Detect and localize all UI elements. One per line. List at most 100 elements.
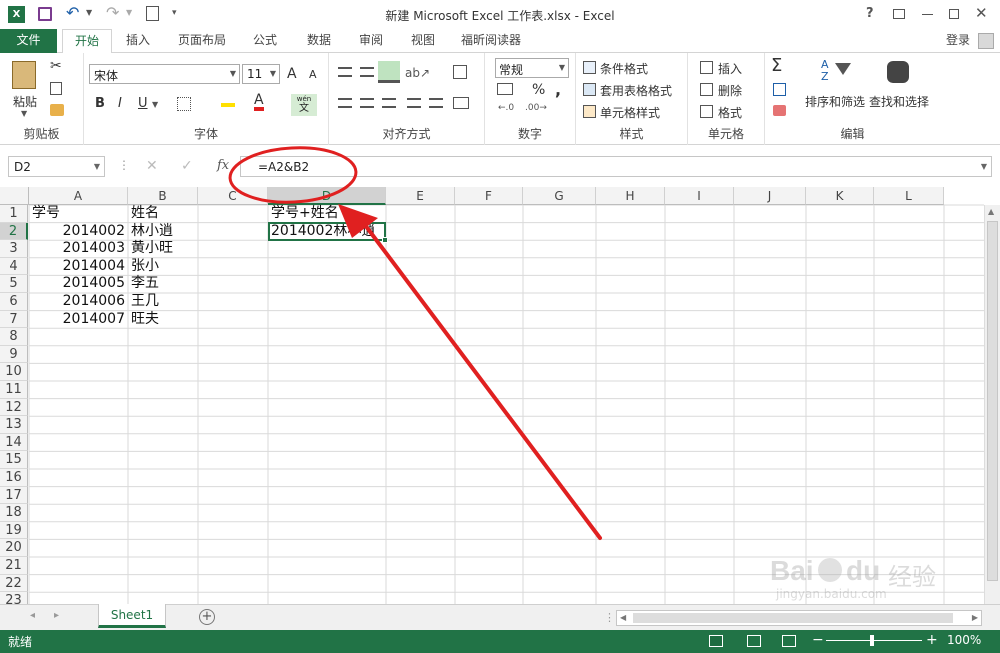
undo-icon[interactable]: ↶ [66,3,79,22]
insert-function-icon[interactable]: fx [217,158,229,173]
cancel-icon[interactable]: ✕ [146,158,158,174]
cell-style-icon[interactable] [583,105,596,118]
fill-handle[interactable] [382,237,388,243]
ribbon-display-icon[interactable] [893,9,905,19]
decrease-indent-icon[interactable] [407,98,421,108]
find-select-icon[interactable] [887,61,909,83]
cell-A2[interactable]: 2014002 [29,223,125,241]
customize-qat-icon[interactable]: ▾ [172,8,177,18]
row-header-16[interactable]: 16 [0,469,28,487]
h-scroll-thumb[interactable] [633,613,953,623]
cell-B7[interactable]: 旺夫 [131,311,159,329]
zoom-thumb[interactable] [870,635,874,646]
orientation-icon[interactable]: ab↗ [405,66,430,80]
row-header-14[interactable]: 14 [0,433,28,452]
normal-view-icon[interactable] [709,635,723,647]
scroll-up-icon[interactable]: ▲ [988,207,994,216]
shrink-font-button[interactable]: A [309,68,317,81]
copy-icon[interactable] [50,82,62,95]
align-center-icon[interactable] [360,98,374,108]
row-header-2[interactable]: 2 [0,222,28,241]
insert-cells-icon[interactable] [700,61,713,74]
cut-icon[interactable]: ✂ [50,58,62,74]
row-header-8[interactable]: 8 [0,328,28,346]
paste-dropdown-icon[interactable]: ▼ [21,109,27,118]
column-header-C[interactable]: C [198,187,268,205]
row-header-11[interactable]: 11 [0,381,28,399]
zoom-level[interactable]: 100% [947,633,981,647]
align-bottom-icon[interactable] [378,61,400,83]
redo-icon[interactable]: ↷ [106,3,119,22]
cell-A1[interactable]: 学号 [32,205,60,223]
cell-B2[interactable]: 林小逍 [131,223,173,241]
row-header-9[interactable]: 9 [0,345,28,364]
column-header-E[interactable]: E [386,187,455,205]
table-format-icon[interactable] [583,83,596,96]
insert-cells-button[interactable]: 插入 [718,60,742,77]
bold-button[interactable]: B [95,96,105,111]
row-header-18[interactable]: 18 [0,504,28,522]
cell-A5[interactable]: 2014005 [29,275,125,293]
sheet-prev-icon[interactable]: ◂ [30,610,35,621]
cell-A7[interactable]: 2014007 [29,311,125,329]
scroll-left-icon[interactable]: ◀ [620,613,626,622]
new-sheet-icon[interactable]: + [199,609,215,625]
format-cells-button[interactable]: 格式 [718,104,742,121]
table-format-button[interactable]: 套用表格格式 [600,82,672,99]
cell-B5[interactable]: 李五 [131,275,159,293]
delete-cells-button[interactable]: 删除 [718,82,742,99]
tab-file[interactable]: 文件 [0,29,57,53]
row-header-19[interactable]: 19 [0,521,28,540]
number-format-select[interactable]: 常规 ▼ [495,58,569,78]
page-break-view-icon[interactable] [782,635,796,647]
row-header-21[interactable]: 21 [0,557,28,575]
cell-B4[interactable]: 张小 [131,258,159,276]
tab-review[interactable]: 审阅 [349,29,393,53]
font-color-icon[interactable]: A [254,93,264,111]
minimize-button[interactable] [922,14,933,15]
align-left-icon[interactable] [338,98,352,108]
font-name-select[interactable]: 宋体 ▼ [89,64,240,84]
horizontal-scrollbar[interactable]: ◀ ▶ [616,610,982,626]
find-select-button[interactable]: 查找和选择 [869,93,929,110]
percent-button[interactable]: % [532,82,545,98]
cell-A3[interactable]: 2014003 [29,240,125,258]
tab-formulas[interactable]: 公式 [243,29,287,53]
zoom-slider[interactable] [826,635,922,646]
login-link[interactable]: 登录 [938,29,978,53]
conditional-format-icon[interactable] [583,61,596,74]
expand-formula-icon[interactable]: ▼ [981,162,987,171]
autosum-icon[interactable]: Σ [771,55,782,76]
grow-font-button[interactable]: A [287,66,297,82]
row-header-5[interactable]: 5 [0,275,28,293]
sort-filter-button[interactable]: 排序和筛选 [805,93,865,110]
tab-insert[interactable]: 插入 [115,29,161,53]
column-header-B[interactable]: B [128,187,198,205]
row-header-7[interactable]: 7 [0,310,28,329]
scroll-thumb[interactable] [987,221,998,581]
column-header-G[interactable]: G [523,187,596,205]
paste-button[interactable]: 粘贴 [13,93,37,110]
column-header-L[interactable]: L [874,187,944,205]
column-header-I[interactable]: I [665,187,734,205]
conditional-format-button[interactable]: 条件格式 [600,60,648,77]
page-layout-view-icon[interactable] [747,635,761,647]
worksheet-grid[interactable]: ABCDEFGHIJKL 1 2 3 4 5 6 7 8 9 10 11 12 13 14 15 16 17 18… [0,187,1000,610]
borders-icon[interactable] [177,97,191,111]
active-cell-selection[interactable] [268,222,386,241]
row-header-17[interactable]: 17 [0,486,28,505]
row-header-12[interactable]: 12 [0,398,28,417]
row-header-20[interactable]: 20 [0,539,28,557]
collapse-icon[interactable] [978,33,994,49]
sheet-next-icon[interactable]: ▸ [54,610,59,621]
format-painter-icon[interactable] [50,104,64,116]
increase-decimal-icon[interactable]: ←.0 [498,103,514,113]
column-header-H[interactable]: H [596,187,665,205]
italic-button[interactable]: I [118,96,122,111]
align-right-icon[interactable] [382,98,396,108]
phonetic-icon[interactable]: wén 文 [291,94,317,116]
merge-center-icon[interactable] [453,97,469,109]
clear-icon[interactable] [773,105,786,116]
underline-button[interactable]: U [138,96,148,111]
redo-dropdown-icon[interactable]: ▼ [126,8,132,17]
